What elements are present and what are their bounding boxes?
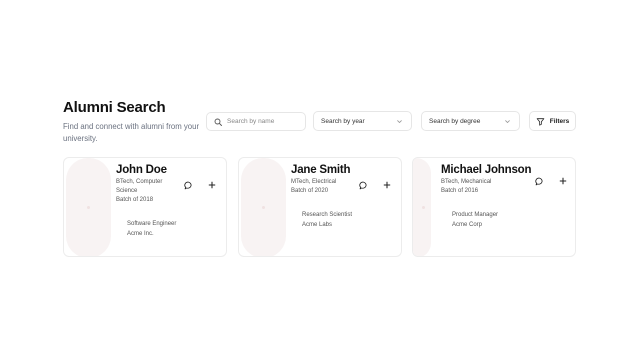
alumni-photo (241, 158, 286, 256)
alumni-degree: BTech, Computer Science (116, 179, 163, 194)
filter-icon (536, 116, 546, 126)
alumni-photo (413, 158, 431, 256)
message-icon[interactable] (534, 176, 544, 186)
degree-select-value: Search by degree (429, 117, 481, 125)
year-select-value: Search by year (321, 117, 365, 125)
plus-icon[interactable] (558, 176, 568, 186)
message-icon[interactable] (183, 180, 193, 190)
alumni-company: Acme Inc. (127, 231, 154, 237)
page-subtitle: Find and connect with alumni from your u… (63, 122, 200, 143)
alumni-card[interactable]: John Doe BTech, Computer Science Batch o… (63, 157, 227, 257)
plus-icon[interactable] (382, 180, 392, 190)
alumni-degree: BTech, Mechanical (441, 179, 492, 185)
plus-icon[interactable] (207, 180, 217, 190)
alumni-role: Product Manager (452, 212, 499, 218)
alumni-degree: MTech, Electrical (291, 179, 337, 185)
search-input[interactable] (222, 118, 305, 125)
degree-select[interactable]: Search by degree (421, 111, 520, 131)
chevron-down-icon (394, 116, 404, 126)
filters-button[interactable]: Filters (529, 111, 576, 131)
alumni-name: Michael Johnson (441, 164, 532, 176)
alumni-batch: Batch of 2020 (291, 188, 329, 194)
year-select[interactable]: Search by year (313, 111, 412, 131)
alumni-role: Research Scientist (302, 212, 353, 218)
alumni-name: John Doe (116, 164, 167, 176)
alumni-company: Acme Corp (452, 222, 483, 228)
alumni-company: Acme Labs (302, 222, 333, 228)
message-icon[interactable] (358, 180, 368, 190)
alumni-batch: Batch of 2016 (441, 188, 479, 194)
alumni-role: Software Engineer (127, 221, 177, 227)
search-box[interactable] (206, 112, 306, 131)
search-icon (213, 117, 222, 127)
alumni-card[interactable]: Jane Smith MTech, Electrical Batch of 20… (238, 157, 402, 257)
chevron-down-icon (502, 116, 512, 126)
alumni-batch: Batch of 2018 (116, 197, 154, 203)
alumni-photo (66, 158, 111, 256)
alumni-card[interactable]: Michael Johnson BTech, Mechanical Batch … (412, 157, 576, 257)
page-title: Alumni Search (63, 99, 166, 116)
filters-button-label: Filters (549, 117, 570, 125)
alumni-name: Jane Smith (291, 164, 351, 176)
